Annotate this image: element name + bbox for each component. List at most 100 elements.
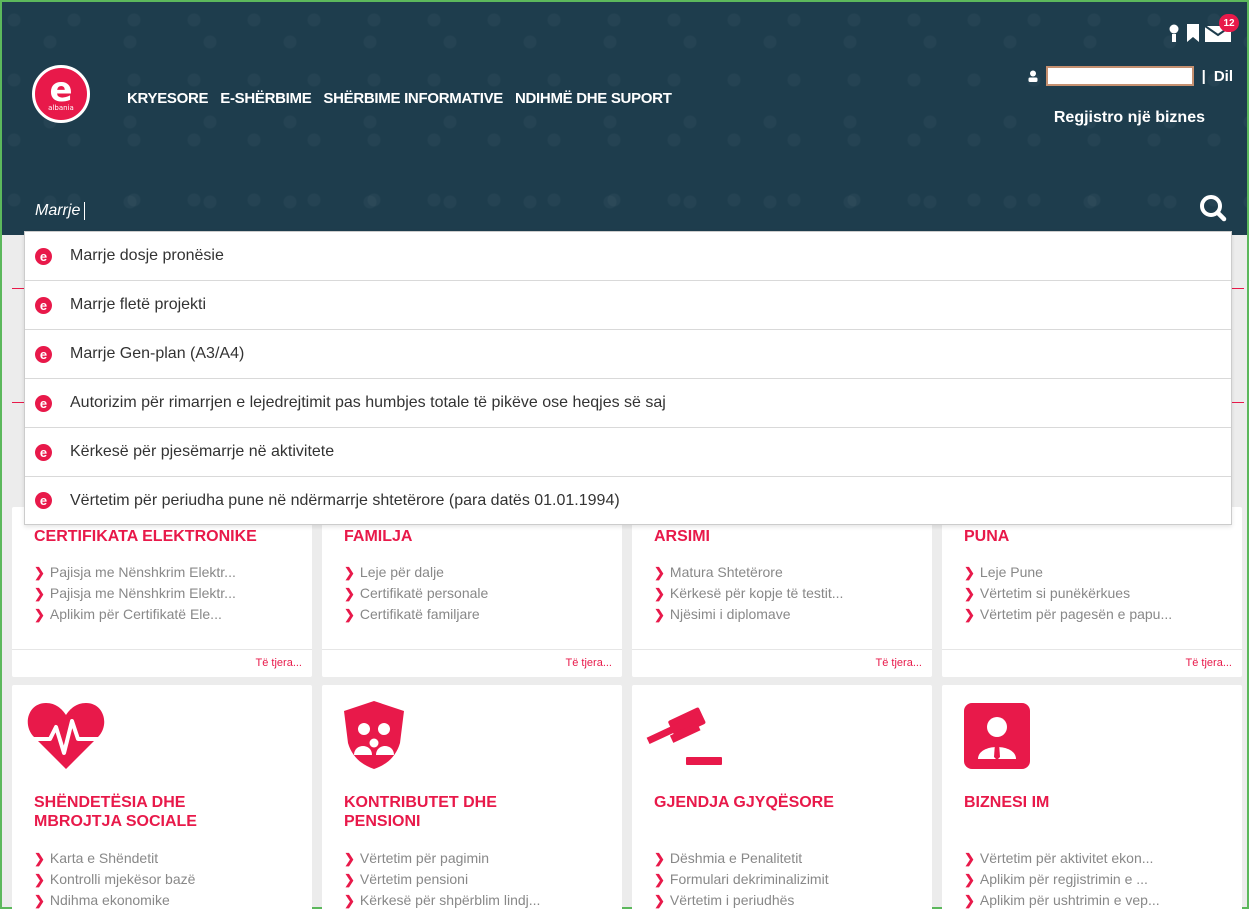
e-albania-icon: e (35, 345, 52, 363)
card-link-list: ❯ Matura Shtetërore ❯ Kërkesë për kopje të… (654, 562, 843, 625)
card-link[interactable]: ❯ Kërkesë për kopje të testit... (654, 583, 843, 604)
section-divider (12, 288, 24, 289)
suggestion-item[interactable]: e Marrje Gen-plan (A3/A4) (25, 330, 1231, 379)
logo-subtext: albania (48, 104, 74, 112)
top-icons: 12 (1167, 14, 1239, 42)
card-certifikata-elektronike: CERTIFIKATA ELEKTRONIKE ❯ Pajisja me Nëns… (12, 507, 312, 677)
card-link[interactable]: ❯ Vërtetim për pagesën e papu... (964, 604, 1172, 625)
e-albania-icon: e (35, 443, 52, 461)
card-arsimi: ARSIMI ❯ Matura Shtetërore ❯ Kërkesë për k… (632, 507, 932, 677)
text-caret (84, 202, 86, 220)
card-link[interactable]: ❯ Certifikatë personale (344, 583, 488, 604)
user-icon (1028, 70, 1038, 82)
card-title[interactable]: FAMILJA (344, 527, 412, 546)
search-input[interactable]: Marrje (35, 202, 86, 220)
messages-button[interactable]: 12 (1205, 14, 1239, 42)
card-title-line: GJENDJA GJYQËSORE (654, 794, 834, 811)
search-icon (1200, 195, 1227, 222)
e-albania-logo[interactable]: e albania (32, 65, 90, 123)
card-puna: PUNA ❯ Leje Pune ❯ Vërtetim si punëkërkues… (942, 507, 1242, 677)
card-separator (942, 649, 1242, 650)
card-link[interactable]: ❯ Matura Shtetërore (654, 562, 843, 583)
card-link-list: ❯ Vërtetim për pagimin ❯ Vërtetim pensioni… (344, 848, 540, 909)
card-title[interactable]: PUNA (964, 527, 1009, 546)
card-title-line: BIZNESI IM (964, 794, 1050, 811)
card-link[interactable]: ❯ Aplikim për regjistrimin e ... (964, 869, 1160, 890)
more-link[interactable]: Të tjera... (876, 657, 922, 669)
pin-icon[interactable] (1167, 24, 1181, 42)
card-link[interactable]: ❯ Pajisja me Nënshkrim Elektr... (34, 583, 236, 604)
card-link[interactable]: ❯ Vërtetim si punëkërkues (964, 583, 1172, 604)
card-link[interactable]: ❯ Leje Pune (964, 562, 1172, 583)
nav-kryesore[interactable]: KRYESORE (127, 90, 209, 107)
card-title-line: KONTRIBUTET DHE (344, 794, 497, 811)
card-kontributet: KONTRIBUTET DHE PENSIONI ❯ Vërtetim për p… (322, 685, 622, 909)
suggestion-item[interactable]: e Vërtetim për periudha pune në ndërmarrj… (25, 477, 1231, 524)
card-link[interactable]: ❯ Formulari dekriminalizimit (654, 869, 829, 890)
section-divider (1232, 402, 1244, 403)
businessman-icon (964, 703, 1030, 769)
card-title[interactable]: BIZNESI IM (964, 793, 1049, 812)
card-link-list: ❯ Dëshmia e Penalitetit ❯ Formulari dekrim… (654, 848, 829, 909)
card-link[interactable]: ❯ Leje për dalje (344, 562, 488, 583)
e-albania-icon: e (35, 492, 52, 509)
more-link[interactable]: Të tjera... (566, 657, 612, 669)
card-biznesi-im: BIZNESI IM ❯ Vërtetim për aktivitet ekon.… (942, 685, 1242, 909)
card-title[interactable]: CERTIFIKATA ELEKTRONIKE (34, 527, 257, 546)
card-link[interactable]: ❯ Certifikatë familjare (344, 604, 488, 625)
more-link[interactable]: Të tjera... (1186, 657, 1232, 669)
card-link[interactable]: ❯ Aplikim për Certifikatë Ele... (34, 604, 236, 625)
register-business-link[interactable]: Regjistro një biznes (1054, 109, 1205, 127)
card-title[interactable]: KONTRIBUTET DHE PENSIONI (344, 793, 497, 831)
card-link[interactable]: ❯ Dëshmia e Penalitetit (654, 848, 829, 869)
suggestion-item[interactable]: e Marrje dosje pronësie (25, 232, 1231, 281)
bookmark-icon[interactable] (1187, 24, 1199, 42)
search-suggestions: e Marrje dosje pronësie e Marrje fletë pro… (24, 231, 1232, 525)
card-link[interactable]: ❯ Aplikim për ushtrimin e vep... (964, 890, 1160, 909)
nav-ndihme-dhe-suport[interactable]: NDIHMË DHE SUPORT (515, 90, 672, 107)
card-link[interactable]: ❯ Kontrolli mjekësor bazë (34, 869, 195, 890)
card-gjendja-gjyqesore: GJENDJA GJYQËSORE ❯ Dëshmia e Penalitetit… (632, 685, 932, 909)
card-familja: FAMILJA ❯ Leje për dalje ❯ Certifikatë per… (322, 507, 622, 677)
e-albania-icon: e (35, 247, 52, 265)
card-link[interactable]: ❯ Karta e Shëndetit (34, 848, 195, 869)
card-link[interactable]: ❯ Vërtetim pensioni (344, 869, 540, 890)
e-albania-icon: e (35, 394, 52, 412)
more-link[interactable]: Të tjera... (256, 657, 302, 669)
card-link-list: ❯ Karta e Shëndetit ❯ Kontrolli mjekësor b… (34, 848, 195, 909)
search-button[interactable] (1199, 194, 1227, 226)
notification-badge: 12 (1219, 14, 1239, 32)
card-title-line: PENSIONI (344, 813, 421, 830)
suggestion-item[interactable]: e Autorizim për rimarrjen e lejedrejtimit… (25, 379, 1231, 428)
card-link[interactable]: ❯ Kërkesë për shpërblim lindj... (344, 890, 540, 909)
nav-sherbime-informative[interactable]: SHËRBIME INFORMATIVE (323, 90, 503, 107)
logo-letter: e (49, 70, 73, 110)
card-link[interactable]: ❯ Vërtetim për aktivitet ekon... (964, 848, 1160, 869)
username-field[interactable] (1045, 66, 1194, 86)
card-link[interactable]: ❯ Vërtetim i periudhës (654, 890, 829, 909)
suggestion-item[interactable]: e Kërkesë për pjesëmarrje në aktivitete (25, 428, 1231, 477)
user-row: | Dil (1028, 66, 1233, 86)
logout-link[interactable]: Dil (1214, 68, 1233, 85)
card-shendetesia: SHËNDETËSIA DHE MBROJTJA SOCIALE ❯ Karta … (12, 685, 312, 909)
card-link[interactable]: ❯ Vërtetim për pagimin (344, 848, 540, 869)
card-separator (632, 649, 932, 650)
user-separator: | (1201, 67, 1206, 85)
gavel-icon (646, 707, 722, 765)
search-value: Marrje (35, 202, 81, 220)
card-title[interactable]: GJENDJA GJYQËSORE (654, 793, 834, 812)
card-link[interactable]: ❯ Ndihma ekonomike (34, 890, 195, 909)
nav-e-sherbime[interactable]: E-SHËRBIME (220, 90, 311, 107)
section-divider (12, 402, 24, 403)
e-albania-icon: e (35, 296, 52, 314)
card-title-line: SHËNDETËSIA DHE (34, 794, 186, 811)
section-divider (1232, 288, 1244, 289)
suggestion-item[interactable]: e Marrje fletë projekti (25, 281, 1231, 330)
family-shield-icon (344, 701, 404, 769)
card-title[interactable]: ARSIMI (654, 527, 710, 546)
card-title-line: MBROJTJA SOCIALE (34, 813, 197, 830)
main-nav: KRYESORE E-SHËRBIME SHËRBIME INFORMATIVE… (127, 90, 672, 107)
card-link[interactable]: ❯ Pajisja me Nënshkrim Elektr... (34, 562, 236, 583)
card-link[interactable]: ❯ Njësimi i diplomave (654, 604, 843, 625)
card-title[interactable]: SHËNDETËSIA DHE MBROJTJA SOCIALE (34, 793, 197, 831)
